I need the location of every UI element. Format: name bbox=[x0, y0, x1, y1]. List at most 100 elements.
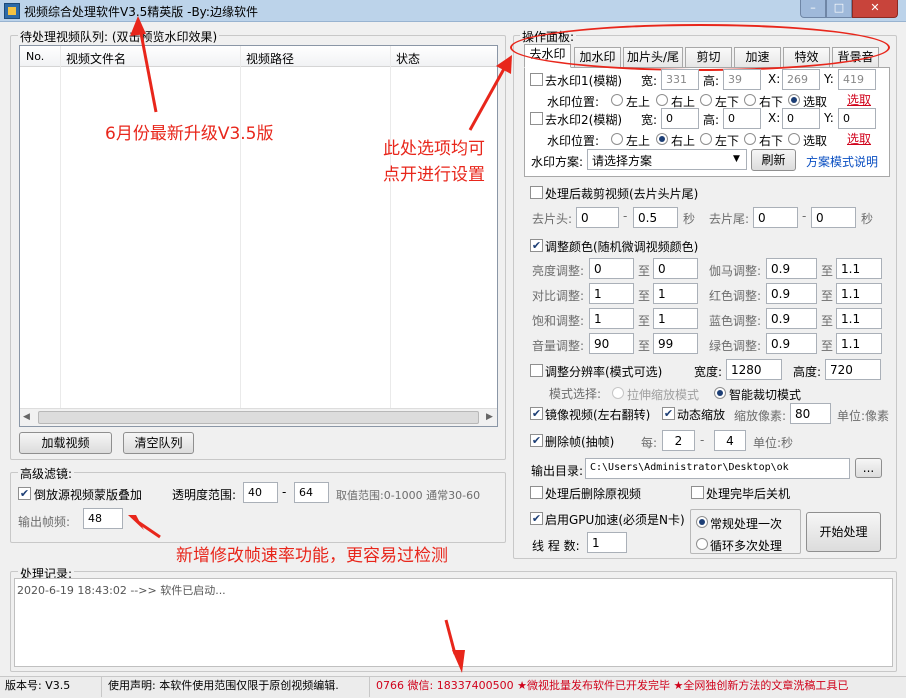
color-row-to: 至 bbox=[638, 264, 651, 278]
column-path[interactable]: 视频路径 bbox=[246, 50, 294, 67]
wm2-width-label: 宽: bbox=[641, 113, 658, 127]
mode-crop-label: 智能裁切模式 bbox=[729, 388, 802, 402]
drop-frame-to-input[interactable]: 4 bbox=[714, 430, 746, 451]
output-path-input[interactable]: C:\Users\Administrator\Desktop\ok bbox=[585, 458, 850, 479]
drop-frame-from-input[interactable]: 2 bbox=[662, 430, 695, 451]
color-row-label: 亮度调整: bbox=[532, 264, 585, 278]
resolution-height-input[interactable]: 720 bbox=[825, 359, 881, 380]
trim-checkbox[interactable] bbox=[530, 186, 543, 199]
drop-frame-checkbox[interactable]: ✔ bbox=[530, 434, 543, 447]
color-row-min-input[interactable]: 0.9 bbox=[766, 283, 817, 304]
wm2-y-input[interactable]: 0 bbox=[838, 108, 876, 129]
mode-loop-label: 循环多次处理 bbox=[710, 539, 783, 553]
column-status[interactable]: 状态 bbox=[396, 50, 420, 67]
chevron-down-icon[interactable]: ▼ bbox=[733, 154, 740, 164]
wm1-height-input[interactable]: 39 bbox=[723, 69, 761, 90]
log-area[interactable]: 2020-6-19 18:43:02 -->> 软件已启动... bbox=[14, 578, 893, 667]
color-row-to: 至 bbox=[821, 264, 834, 278]
status-notice: 使用声明: 本软件使用范围仅限于原创视频编辑. bbox=[108, 677, 370, 697]
wm1-y-input[interactable]: 419 bbox=[838, 69, 876, 90]
clear-queue-button[interactable]: 清空队列 bbox=[123, 432, 194, 454]
horizontal-scrollbar[interactable]: ◀ ▶ bbox=[20, 408, 497, 426]
color-row-max-input[interactable]: 1 bbox=[653, 283, 698, 304]
drop-frame-every-label: 每: bbox=[641, 436, 658, 450]
resolution-label: 调整分辨率(模式可选) bbox=[545, 365, 663, 379]
scroll-left-icon[interactable]: ◀ bbox=[23, 412, 30, 422]
trim-tail-start-input[interactable]: 0 bbox=[753, 207, 798, 228]
video-queue-list[interactable]: No. 视频文件名 视频路径 状态 ◀ ▶ bbox=[19, 45, 498, 427]
wm1-pos-bottom-left-radio[interactable] bbox=[700, 94, 712, 106]
mode-once-radio[interactable] bbox=[696, 516, 708, 528]
color-row-max-input[interactable]: 1.1 bbox=[836, 283, 882, 304]
trim-head-start-input[interactable]: 0 bbox=[576, 207, 619, 228]
scheme-select[interactable]: 请选择方案 bbox=[587, 149, 747, 170]
delete-source-checkbox[interactable] bbox=[530, 486, 543, 499]
wm1-pos-top-right-radio[interactable] bbox=[656, 94, 668, 106]
wm1-pos-bottom-right-radio[interactable] bbox=[744, 94, 756, 106]
color-row-max-input[interactable]: 1.1 bbox=[836, 333, 882, 354]
color-row-max-input[interactable]: 0 bbox=[653, 258, 698, 279]
wm2-pick-link[interactable]: 选取 bbox=[847, 130, 871, 147]
minimize-button[interactable]: – bbox=[800, 0, 826, 18]
zoom-px-input[interactable]: 80 bbox=[790, 403, 831, 424]
refresh-button[interactable]: 刷新 bbox=[751, 149, 796, 171]
close-button[interactable]: ✕ bbox=[852, 0, 898, 18]
color-row-max-input[interactable]: 1 bbox=[653, 308, 698, 329]
mirror-checkbox[interactable]: ✔ bbox=[530, 407, 543, 420]
trim-tail-end-input[interactable]: 0 bbox=[811, 207, 856, 228]
mode-crop-radio[interactable] bbox=[714, 387, 726, 399]
wm1-pos-top-left-radio[interactable] bbox=[611, 94, 623, 106]
resolution-width-input[interactable]: 1280 bbox=[726, 359, 782, 380]
color-row-max-input[interactable]: 99 bbox=[653, 333, 698, 354]
wm1-width-input[interactable]: 331 bbox=[661, 69, 699, 90]
gpu-checkbox[interactable]: ✔ bbox=[530, 512, 543, 525]
watermark2-checkbox[interactable] bbox=[530, 112, 543, 125]
watermark1-checkbox[interactable] bbox=[530, 73, 543, 86]
wm1-pick-link[interactable]: 选取 bbox=[847, 91, 871, 108]
opacity-min-input[interactable]: 40 bbox=[243, 482, 278, 503]
threads-input[interactable]: 1 bbox=[587, 532, 627, 553]
color-checkbox[interactable]: ✔ bbox=[530, 239, 543, 252]
fps-input[interactable]: 48 bbox=[83, 508, 123, 529]
wm2-pos-bottom-right-radio[interactable] bbox=[744, 133, 756, 145]
color-row-min-input[interactable]: 0.9 bbox=[766, 333, 817, 354]
wm1-x-input[interactable]: 269 bbox=[782, 69, 820, 90]
scroll-thumb[interactable] bbox=[38, 411, 479, 424]
color-row-min-input[interactable]: 0.9 bbox=[766, 308, 817, 329]
wm2-pos-select-radio[interactable] bbox=[788, 133, 800, 145]
scroll-right-icon[interactable]: ▶ bbox=[486, 412, 493, 422]
resolution-checkbox[interactable] bbox=[530, 364, 543, 377]
scheme-help-link[interactable]: 方案模式说明 bbox=[806, 153, 878, 170]
wm2-pos-top-right-radio[interactable] bbox=[656, 133, 668, 145]
mode-loop-radio[interactable] bbox=[696, 538, 708, 550]
wm2-x-input[interactable]: 0 bbox=[782, 108, 820, 129]
wm1-pos-select-radio[interactable] bbox=[788, 94, 800, 106]
color-row-min-input[interactable]: 0.9 bbox=[766, 258, 817, 279]
scheme-label: 水印方案: bbox=[531, 155, 584, 169]
wm2-height-input[interactable]: 0 bbox=[723, 108, 761, 129]
trim-head-end-input[interactable]: 0.5 bbox=[633, 207, 678, 228]
column-no[interactable]: No. bbox=[26, 50, 44, 63]
mode-stretch-radio[interactable] bbox=[612, 387, 624, 399]
shutdown-checkbox[interactable] bbox=[691, 486, 704, 499]
column-filename[interactable]: 视频文件名 bbox=[66, 50, 126, 67]
maximize-button[interactable]: □ bbox=[826, 0, 852, 18]
dynamic-zoom-checkbox[interactable]: ✔ bbox=[662, 407, 675, 420]
color-row-min-input[interactable]: 90 bbox=[589, 333, 634, 354]
color-row-min-input[interactable]: 0 bbox=[589, 258, 634, 279]
wm2-height-label: 高: bbox=[703, 113, 720, 127]
watermark2-label: 去水印2(模糊) bbox=[545, 113, 622, 127]
color-row-max-input[interactable]: 1.1 bbox=[836, 308, 882, 329]
color-row-min-input[interactable]: 1 bbox=[589, 283, 634, 304]
reverse-overlay-checkbox[interactable]: ✔ bbox=[18, 487, 31, 500]
wm2-pos-top-left-radio[interactable] bbox=[611, 133, 623, 145]
color-row-min-input[interactable]: 1 bbox=[589, 308, 634, 329]
wm2-pos-bottom-right-label: 右下 bbox=[759, 134, 784, 148]
load-video-button[interactable]: 加载视频 bbox=[19, 432, 112, 454]
wm2-width-input[interactable]: 0 bbox=[661, 108, 699, 129]
start-button[interactable]: 开始处理 bbox=[806, 512, 881, 552]
opacity-max-input[interactable]: 64 bbox=[294, 482, 329, 503]
color-row-max-input[interactable]: 1.1 bbox=[836, 258, 882, 279]
wm2-pos-bottom-left-radio[interactable] bbox=[700, 133, 712, 145]
browse-button[interactable]: ... bbox=[855, 458, 882, 478]
